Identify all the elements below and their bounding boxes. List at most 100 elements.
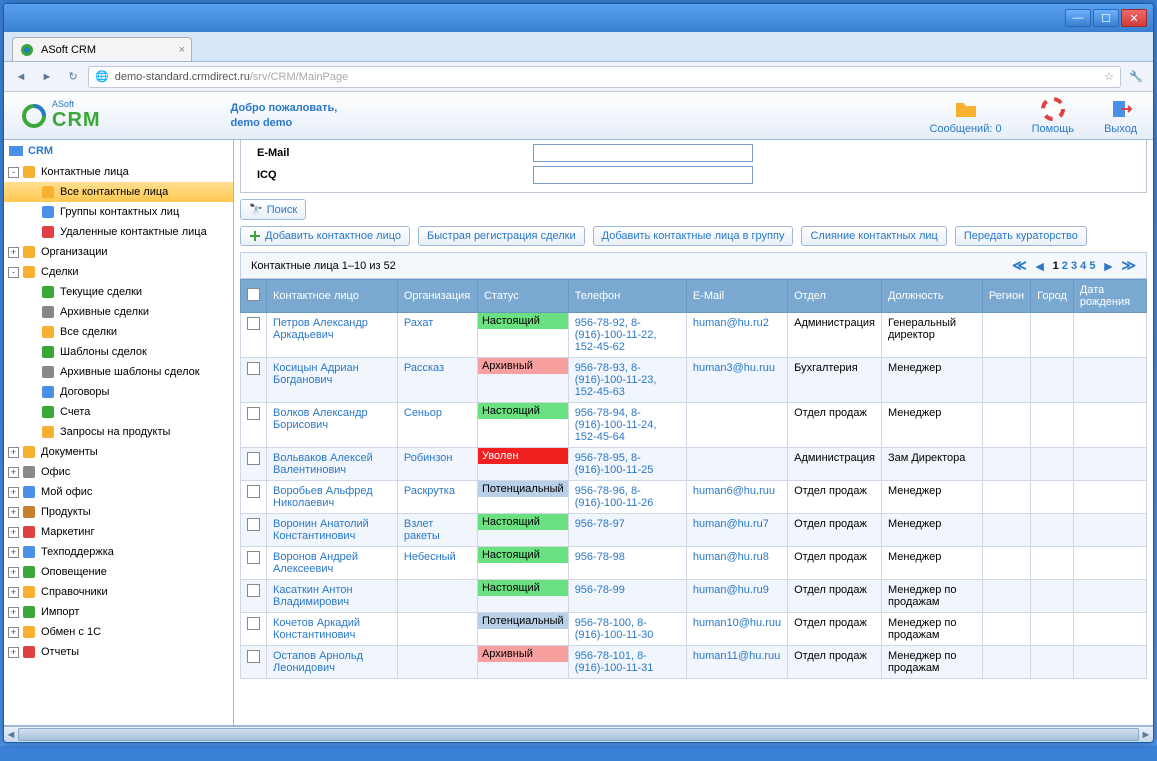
row-checkbox[interactable] [247, 551, 260, 564]
tree-toggle-icon[interactable]: + [8, 587, 19, 598]
org-link[interactable]: Рахат [404, 317, 433, 329]
phone-link[interactable]: 956-78-98 [575, 551, 625, 563]
tree-item[interactable]: Запросы на продукты [4, 422, 233, 442]
org-link[interactable]: Раскрутка [404, 485, 455, 497]
tree-item[interactable]: Договоры [4, 382, 233, 402]
scroll-right-icon[interactable]: ► [1139, 727, 1153, 742]
org-link[interactable]: Робинзон [404, 452, 453, 464]
row-checkbox[interactable] [247, 617, 260, 630]
email-link[interactable]: human@hu.ru8 [693, 551, 769, 563]
icq-input[interactable] [533, 166, 753, 184]
email-link[interactable]: human10@hu.ruu [693, 617, 781, 629]
forward-button[interactable]: ► [36, 66, 58, 88]
tree-item[interactable]: +Обмен с 1С [4, 622, 233, 642]
back-button[interactable]: ◄ [10, 66, 32, 88]
tree-item[interactable]: Архивные сделки [4, 302, 233, 322]
org-link[interactable]: Рассказ [404, 362, 444, 374]
column-header[interactable]: Регион [982, 280, 1030, 313]
column-header[interactable]: Контактное лицо [267, 280, 398, 313]
tree-item[interactable]: +Справочники [4, 582, 233, 602]
tree-item[interactable]: +Маркетинг [4, 522, 233, 542]
row-checkbox[interactable] [247, 485, 260, 498]
tree-item[interactable]: +Мой офис [4, 482, 233, 502]
wrench-icon[interactable]: 🔧 [1125, 66, 1147, 88]
email-link[interactable]: human3@hu.ruu [693, 362, 775, 374]
contact-link[interactable]: Волков Александр Борисович [273, 407, 368, 431]
tree-toggle-icon[interactable]: + [8, 547, 19, 558]
tree-item[interactable]: -Сделки [4, 262, 233, 282]
tree-toggle-icon[interactable]: + [8, 627, 19, 638]
tree-toggle-icon[interactable]: + [8, 607, 19, 618]
tree-toggle-icon[interactable]: + [8, 447, 19, 458]
row-checkbox[interactable] [247, 452, 260, 465]
column-header[interactable]: Статус [477, 280, 568, 313]
email-link[interactable]: human@hu.ru2 [693, 317, 769, 329]
pager-first-icon[interactable]: ≪ [1012, 257, 1027, 274]
column-header[interactable]: Должность [881, 280, 982, 313]
contact-link[interactable]: Касаткин Антон Владимирович [273, 584, 353, 608]
pager-page[interactable]: 1 [1053, 260, 1059, 272]
tree-item[interactable]: Удаленные контактные лица [4, 222, 233, 242]
phone-link[interactable]: 956-78-99 [575, 584, 625, 596]
quick-deal-button[interactable]: Быстрая регистрация сделки [418, 226, 585, 246]
pager-next-icon[interactable]: ► [1101, 258, 1115, 274]
tree-item[interactable]: +Организации [4, 242, 233, 262]
help-link[interactable]: Помощь [1032, 97, 1075, 135]
tree-item[interactable]: Текущие сделки [4, 282, 233, 302]
email-link[interactable]: human@hu.ru7 [693, 518, 769, 530]
exit-link[interactable]: Выход [1104, 97, 1137, 135]
add-to-group-button[interactable]: Добавить контактные лица в группу [593, 226, 794, 246]
tree-toggle-icon[interactable]: - [8, 167, 19, 178]
row-checkbox[interactable] [247, 317, 260, 330]
tree-toggle-icon[interactable]: + [8, 247, 19, 258]
tree-toggle-icon[interactable]: + [8, 507, 19, 518]
phone-link[interactable]: 956-78-94, 8-(916)-100-11-24, 152-45-64 [575, 407, 657, 443]
tree-toggle-icon[interactable]: + [8, 467, 19, 478]
column-header[interactable]: Организация [397, 280, 477, 313]
add-contact-button[interactable]: Добавить контактное лицо [240, 226, 410, 246]
tree-toggle-icon[interactable]: + [8, 487, 19, 498]
tree-item[interactable]: Все сделки [4, 322, 233, 342]
bookmark-icon[interactable]: ☆ [1104, 70, 1114, 83]
tree-item[interactable]: -Контактные лица [4, 162, 233, 182]
column-header[interactable]: Отдел [788, 280, 882, 313]
tree-item[interactable]: +Офис [4, 462, 233, 482]
phone-link[interactable]: 956-78-96, 8-(916)-100-11-26 [575, 485, 654, 509]
tree-toggle-icon[interactable]: + [8, 567, 19, 578]
email-link[interactable]: human@hu.ru9 [693, 584, 769, 596]
tree-item[interactable]: +Продукты [4, 502, 233, 522]
select-all-checkbox[interactable] [247, 288, 260, 301]
phone-link[interactable]: 956-78-101, 8-(916)-100-11-31 [575, 650, 654, 674]
phone-link[interactable]: 956-78-93, 8-(916)-100-11-23, 152-45-63 [575, 362, 657, 398]
pager-page[interactable]: 4 [1080, 260, 1086, 272]
contact-link[interactable]: Остапов Арнольд Леонидович [273, 650, 363, 674]
tree-item[interactable]: +Отчеты [4, 642, 233, 662]
pager-last-icon[interactable]: ≫ [1121, 257, 1136, 274]
tree-item[interactable]: Архивные шаблоны сделок [4, 362, 233, 382]
email-link[interactable]: human6@hu.ruu [693, 485, 775, 497]
phone-link[interactable]: 956-78-92, 8-(916)-100-11-22, 152-45-62 [575, 317, 657, 353]
tree-item[interactable]: Счета [4, 402, 233, 422]
org-link[interactable]: Сеньор [404, 407, 442, 419]
contact-link[interactable]: Воронов Андрей Алексеевич [273, 551, 358, 575]
reload-button[interactable]: ↻ [62, 66, 84, 88]
row-checkbox[interactable] [247, 407, 260, 420]
pager-page[interactable]: 2 [1062, 260, 1068, 272]
merge-button[interactable]: Слияние контактных лиц [801, 226, 946, 246]
tab-close-icon[interactable]: × [179, 44, 185, 56]
close-button[interactable]: ✕ [1121, 9, 1147, 27]
column-header[interactable]: Телефон [568, 280, 686, 313]
column-header[interactable]: E-Mail [686, 280, 787, 313]
tree-item[interactable]: Группы контактных лиц [4, 202, 233, 222]
tree-item[interactable]: Шаблоны сделок [4, 342, 233, 362]
tree-item[interactable]: +Оповещение [4, 562, 233, 582]
contact-link[interactable]: Вольваков Алексей Валентинович [273, 452, 373, 476]
tree-toggle-icon[interactable]: + [8, 647, 19, 658]
transfer-button[interactable]: Передать кураторство [955, 226, 1087, 246]
row-checkbox[interactable] [247, 518, 260, 531]
email-link[interactable]: human11@hu.ruu [693, 650, 780, 662]
tree-toggle-icon[interactable]: + [8, 527, 19, 538]
contact-link[interactable]: Петров Александр Аркадьевич [273, 317, 368, 341]
tree-item[interactable]: Все контактные лица [4, 182, 233, 202]
minimize-button[interactable]: — [1065, 9, 1091, 27]
